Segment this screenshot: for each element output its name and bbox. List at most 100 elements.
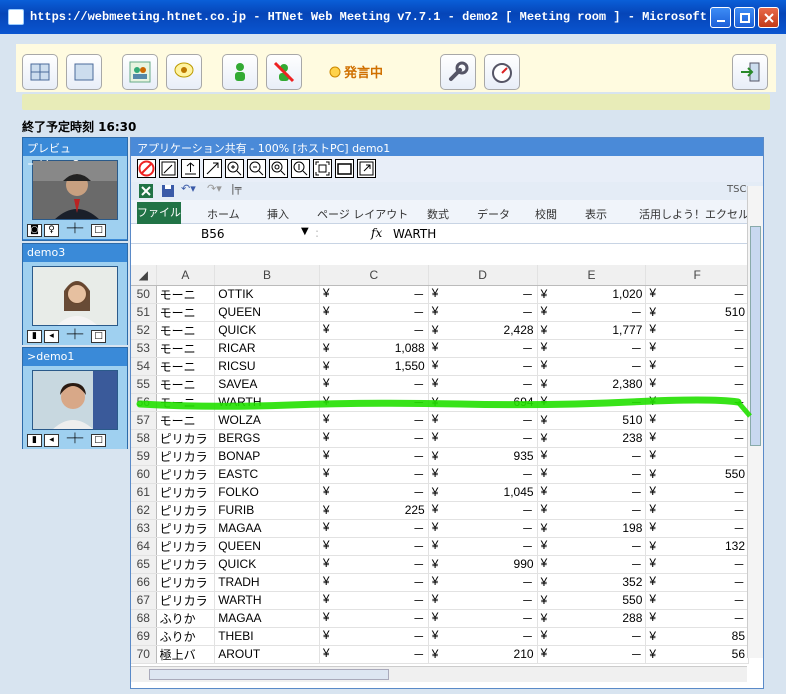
cell-a[interactable]: 極上バ xyxy=(156,645,216,664)
cell-a[interactable]: モーニ xyxy=(156,303,216,322)
cell-c[interactable]: ¥ － xyxy=(319,627,429,646)
cell-b[interactable]: WOLZA xyxy=(214,411,320,430)
zoom-in-button[interactable] xyxy=(225,159,244,178)
cell-f[interactable]: ¥ － xyxy=(645,555,749,574)
cell-e[interactable]: ¥ － xyxy=(537,627,647,646)
cell-c[interactable]: ¥ － xyxy=(319,537,429,556)
cell-b[interactable]: QUICK xyxy=(214,555,320,574)
save-icon[interactable] xyxy=(161,184,175,198)
cell-e[interactable]: ¥ － xyxy=(537,303,647,322)
cell-b[interactable]: WARTH xyxy=(214,393,320,412)
cell-b[interactable]: BONAP xyxy=(214,447,320,466)
cell-f[interactable]: ¥ － xyxy=(645,339,749,358)
row-header[interactable]: 66 xyxy=(131,573,157,592)
video-toggle-button[interactable]: ▮ xyxy=(27,434,42,447)
speaker-button[interactable]: ◂ xyxy=(44,330,59,343)
cell-f[interactable]: ¥56 xyxy=(645,645,749,664)
row-header[interactable]: 51 xyxy=(131,303,157,322)
cell-c[interactable]: ¥ － xyxy=(319,321,429,340)
speaker-button[interactable]: ◂ xyxy=(44,434,59,447)
cell-d[interactable]: ¥935 xyxy=(428,447,538,466)
cell-e[interactable]: ¥510 xyxy=(537,411,647,430)
cell-c[interactable]: ¥ － xyxy=(319,429,429,448)
cell-d[interactable]: ¥ － xyxy=(428,303,538,322)
cell-a[interactable]: モーニ xyxy=(156,357,216,376)
video-toggle-button[interactable]: ▮ xyxy=(27,330,42,343)
cell-d[interactable]: ¥990 xyxy=(428,555,538,574)
cell-e[interactable]: ¥ － xyxy=(537,645,647,664)
row-header[interactable]: 56 xyxy=(131,393,157,412)
resize-button[interactable] xyxy=(203,159,222,178)
cell-e[interactable]: ¥ － xyxy=(537,537,647,556)
cell-d[interactable]: ¥ － xyxy=(428,519,538,538)
tab-page-layout[interactable]: ページ レイアウト xyxy=(317,206,408,222)
cell-e[interactable]: ¥2,380 xyxy=(537,375,647,394)
audio-slider[interactable]: ─┼─ xyxy=(61,330,89,343)
cell-b[interactable]: QUEEN xyxy=(214,303,320,322)
cell-f[interactable]: ¥ － xyxy=(645,285,749,304)
cell-f[interactable]: ¥ － xyxy=(645,483,749,502)
row-header[interactable]: 69 xyxy=(131,627,157,646)
cell-c[interactable]: ¥ － xyxy=(319,393,429,412)
horizontal-scrollbar[interactable] xyxy=(131,666,747,682)
stop-share-button[interactable] xyxy=(137,159,156,178)
cell-f[interactable]: ¥ － xyxy=(645,393,749,412)
cell-f[interactable]: ¥85 xyxy=(645,627,749,646)
cell-d[interactable]: ¥ － xyxy=(428,591,538,610)
cell-b[interactable]: OTTIK xyxy=(214,285,320,304)
zoom-fit-button[interactable] xyxy=(269,159,288,178)
cell-d[interactable]: ¥210 xyxy=(428,645,538,664)
layout-grid-button[interactable] xyxy=(22,54,58,90)
cell-b[interactable]: RICAR xyxy=(214,339,320,358)
row-header[interactable]: 64 xyxy=(131,537,157,556)
cell-b[interactable]: AROUT xyxy=(214,645,320,664)
cell-d[interactable]: ¥ － xyxy=(428,357,538,376)
cell-a[interactable]: モーニ xyxy=(156,321,216,340)
cell-b[interactable]: FOLKO xyxy=(214,483,320,502)
cell-a[interactable]: ふりか xyxy=(156,609,216,628)
settings-button[interactable] xyxy=(440,54,476,90)
cell-d[interactable]: ¥ － xyxy=(428,627,538,646)
cell-a[interactable]: モーニ xyxy=(156,375,216,394)
cell-b[interactable]: FURIB xyxy=(214,501,320,520)
column-header-b[interactable]: B xyxy=(214,265,320,286)
expand-video-button[interactable]: □ xyxy=(91,224,106,237)
cell-e[interactable]: ¥550 xyxy=(537,591,647,610)
cell-f[interactable]: ¥ － xyxy=(645,411,749,430)
cell-f[interactable]: ¥550 xyxy=(645,465,749,484)
cell-a[interactable]: モーニ xyxy=(156,411,216,430)
cell-a[interactable]: ピリカラ xyxy=(156,591,216,610)
cell-e[interactable]: ¥ － xyxy=(537,357,647,376)
row-header[interactable]: 53 xyxy=(131,339,157,358)
cell-f[interactable]: ¥ － xyxy=(645,321,749,340)
row-header[interactable]: 54 xyxy=(131,357,157,376)
tab-insert[interactable]: 挿入 xyxy=(267,206,289,222)
cell-d[interactable]: ¥ － xyxy=(428,429,538,448)
cell-b[interactable]: RICSU xyxy=(214,357,320,376)
cell-f[interactable]: ¥510 xyxy=(645,303,749,322)
cell-c[interactable]: ¥ － xyxy=(319,483,429,502)
cell-f[interactable]: ¥ － xyxy=(645,519,749,538)
cell-e[interactable]: ¥ － xyxy=(537,555,647,574)
cell-b[interactable]: EASTC xyxy=(214,465,320,484)
cell-b[interactable]: SAVEA xyxy=(214,375,320,394)
row-header[interactable]: 65 xyxy=(131,555,157,574)
cell-e[interactable]: ¥ － xyxy=(537,339,647,358)
redo-icon[interactable]: ↷▾ xyxy=(207,182,222,195)
row-header[interactable]: 68 xyxy=(131,609,157,628)
select-all-corner[interactable]: ◢ xyxy=(131,265,157,286)
column-header-d[interactable]: D xyxy=(428,265,538,286)
zoom-100-button[interactable] xyxy=(291,159,310,178)
cell-f[interactable]: ¥ － xyxy=(645,501,749,520)
cell-f[interactable]: ¥132 xyxy=(645,537,749,556)
cell-c[interactable]: ¥ － xyxy=(319,609,429,628)
network-status-button[interactable] xyxy=(484,54,520,90)
cell-f[interactable]: ¥ － xyxy=(645,573,749,592)
column-header-f[interactable]: F xyxy=(645,265,749,286)
name-box[interactable]: B56 xyxy=(201,227,225,241)
cell-e[interactable]: ¥ － xyxy=(537,483,647,502)
cell-a[interactable]: モーニ xyxy=(156,285,216,304)
cell-f[interactable]: ¥ － xyxy=(645,447,749,466)
cell-d[interactable]: ¥ － xyxy=(428,465,538,484)
cell-c[interactable]: ¥225 xyxy=(319,501,429,520)
